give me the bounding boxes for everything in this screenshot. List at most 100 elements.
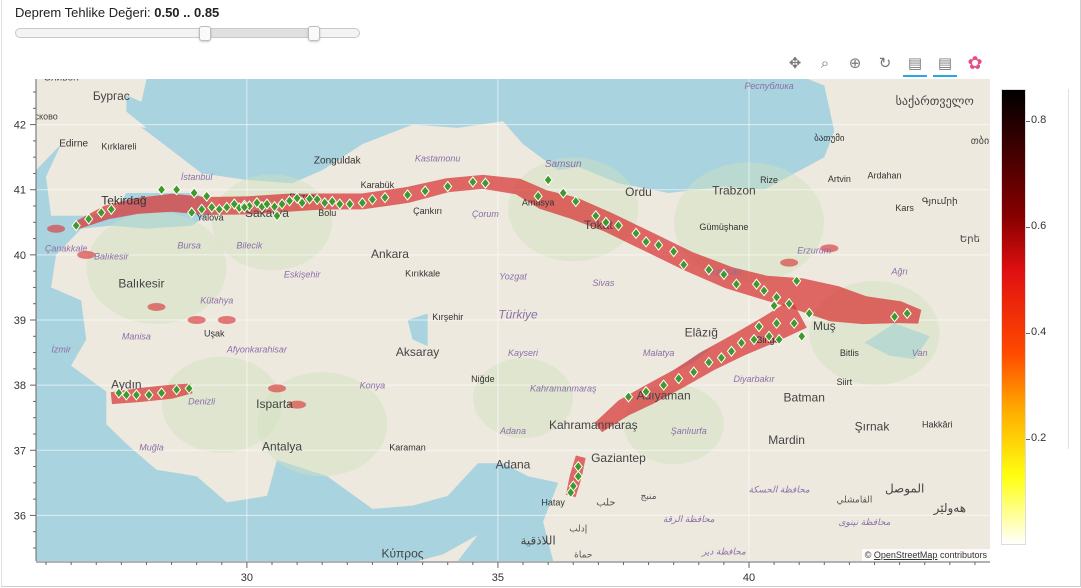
map-label: Adana [499, 426, 526, 436]
map-label: الموصل [885, 482, 924, 497]
map-label: Karaman [389, 442, 426, 452]
map-label: Erzurum [797, 246, 832, 256]
map-label: Çankırı [413, 206, 442, 216]
hover-tool-2-icon[interactable]: ▤ [930, 51, 960, 77]
map-label: Adana [496, 458, 531, 472]
range-slider[interactable] [15, 26, 360, 41]
map-label: Şanlıurfa [671, 426, 707, 436]
map-panel[interactable]: Бургас Сливен ласково Edirne Kırklareli Tekir… [36, 79, 990, 561]
slider-selected-range[interactable] [205, 29, 315, 37]
colorbar-tick-label: 0.6 [1031, 219, 1047, 232]
pan-tool-icon[interactable]: ✥ [780, 51, 810, 75]
map-label: Eskişehir [284, 270, 322, 280]
map-label: Kütahya [200, 296, 233, 306]
map-label: Çorum [472, 209, 500, 219]
map-label: Isparta [256, 397, 293, 411]
reset-tool-icon[interactable]: ↻ [870, 51, 900, 75]
map-label: Zonguldak [314, 156, 362, 167]
map-label: Diyarbakır [734, 374, 776, 384]
map-label: Siirt [837, 377, 853, 387]
map-label: Çanakkale [45, 244, 88, 254]
openstreetmap-link[interactable]: OpenStreetMap [874, 550, 938, 560]
map-label: Muş [813, 319, 836, 333]
map-label: Gaziantep [591, 451, 646, 465]
map-label: محافظة الحسكة [748, 485, 809, 495]
attribution-suffix: contributors [939, 550, 987, 560]
colorbar-tick [1026, 120, 1030, 122]
map-label: Artvin [828, 174, 851, 184]
colorbar-tick-label: 0.8 [1031, 113, 1047, 126]
map-label: Երե [960, 234, 980, 245]
colorbar-tick [1026, 438, 1030, 440]
map-attribution: © OpenStreetMap contributors [861, 549, 990, 561]
map-label: Κύπρος [381, 547, 423, 561]
map-label: Tekirdağ [101, 194, 146, 208]
map-label: Bursa [177, 240, 201, 250]
map-label: İstanbul [181, 172, 214, 182]
slider-end-handle[interactable] [308, 26, 321, 41]
map-label: Bolu [318, 208, 336, 218]
map-label: Sivas [592, 278, 615, 288]
map-label: Kırşehir [432, 312, 463, 322]
map-label: Samsun [545, 159, 582, 170]
map-label: Balıkesir [94, 251, 130, 261]
map-label: محافظة الرقة [663, 514, 715, 525]
map-label: Aksaray [396, 345, 439, 359]
map-label: حلب [596, 498, 615, 509]
minor-hazard-zone [217, 316, 236, 324]
map-label: ласково [36, 111, 58, 121]
map-label: Ardahan [868, 171, 902, 181]
map-label: Сливен [44, 79, 79, 83]
colorbar-tick [1026, 226, 1030, 228]
minor-hazard-zone [268, 384, 287, 393]
map-label: Республика [744, 81, 793, 91]
map-label: Rize [760, 175, 778, 185]
map-label: Elâzığ [685, 325, 718, 339]
attribution-prefix: © [864, 550, 872, 560]
minor-hazard-zone [780, 258, 799, 267]
map-label: Kayseri [508, 348, 539, 358]
map-label: القامشلي [836, 494, 872, 504]
map-label: محافظة نينوى [838, 517, 890, 528]
minor-hazard-zone [187, 316, 206, 324]
map-label: Bilecik [236, 240, 263, 250]
box-zoom-tool-icon[interactable]: ⌕ [810, 51, 840, 75]
legend-panel-edge [1068, 89, 1081, 449]
map-label: منبج [641, 491, 657, 501]
map-label: Konya [360, 380, 386, 390]
wheel-zoom-tool-icon[interactable]: ⊕ [840, 51, 870, 75]
map-label: Denizli [188, 397, 216, 407]
map-label: Kırklareli [101, 141, 136, 151]
map-label: Yozgat [499, 272, 527, 282]
map-label: محافظة دير [701, 546, 746, 557]
map-label: Manisa [122, 332, 151, 342]
map-label: Kırıkkale [405, 268, 440, 278]
map-label: هەولێر [933, 501, 966, 516]
map-label: Edirne [59, 139, 88, 150]
map-label: Gümüşhane [699, 222, 748, 232]
map-label: Karabük [361, 180, 395, 190]
slider-start-handle[interactable] [199, 26, 212, 41]
map-label: Balıkesir [118, 276, 164, 290]
map-label: Muğla [139, 442, 164, 452]
map-label: Van [912, 348, 928, 358]
bokeh-logo-icon[interactable]: ✿ [960, 51, 990, 75]
slider-value: 0.50 .. 0.85 [154, 5, 220, 20]
map-label: Afyonkarahisar [226, 345, 288, 355]
map-label: Batman [784, 390, 825, 404]
map-label: Ordu [625, 185, 652, 199]
map-label: Türkiye [498, 308, 538, 322]
map-label: Kars [895, 203, 914, 213]
terrain-tint [211, 174, 332, 271]
map-label: Hatay [541, 498, 565, 508]
map-label: Ankara [371, 247, 409, 261]
map-label: Hakkâri [922, 419, 953, 429]
colorbar-tick [1026, 332, 1030, 334]
hover-tool-icon[interactable]: ▤ [900, 51, 930, 77]
tile-map-svg: Бургас Сливен ласково Edirne Kırklareli Tekir… [36, 79, 990, 561]
map-label: Şırnak [855, 420, 891, 434]
map-label: ბათუმი [814, 133, 845, 143]
map-label: Uşak [204, 328, 225, 338]
minor-hazard-zone [147, 302, 166, 311]
slider-label: Deprem Tehlike Değeri: [15, 5, 151, 20]
